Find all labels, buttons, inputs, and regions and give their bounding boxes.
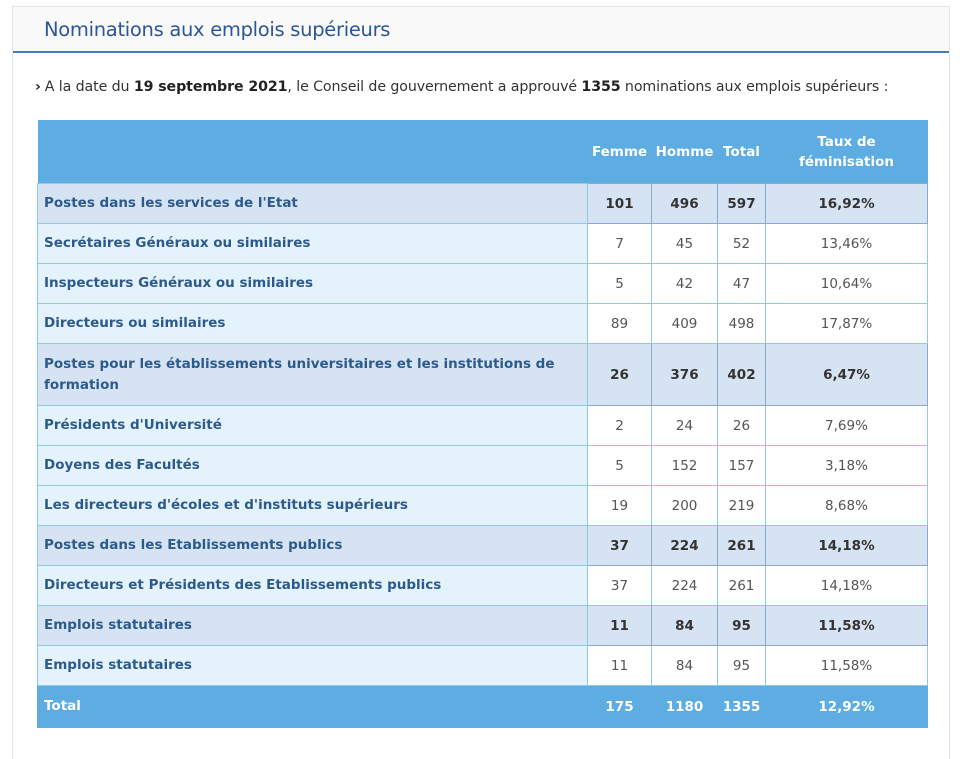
row-taux: 14,18% <box>765 565 928 606</box>
row-label: Inspecteurs Généraux ou similaires <box>37 263 588 304</box>
table-row: Emplois statutaires 11 84 95 11,58% <box>37 645 928 686</box>
row-homme: 84 <box>651 645 718 686</box>
table-row: Doyens des Facultés 5 152 157 3,18% <box>37 445 928 486</box>
header-total: Total <box>717 120 766 184</box>
row-total: 52 <box>717 223 766 264</box>
row-taux: 3,18% <box>765 445 928 486</box>
table-row: Postes pour les établissements universit… <box>37 343 928 406</box>
row-femme: 11 <box>587 605 652 646</box>
row-label: Doyens des Facultés <box>37 445 588 486</box>
panel-title: Nominations aux emplois supérieurs <box>44 17 391 41</box>
row-femme: 5 <box>587 263 652 304</box>
row-femme: 19 <box>587 485 652 526</box>
row-total: 261 <box>717 565 766 606</box>
row-homme: 84 <box>651 605 718 646</box>
row-femme: 11 <box>587 645 652 686</box>
row-femme: 5 <box>587 445 652 486</box>
row-taux: 10,64% <box>765 263 928 304</box>
table-row: Présidents d'Université 2 24 26 7,69% <box>37 405 928 446</box>
row-label: Emplois statutaires <box>37 605 588 646</box>
row-homme: 200 <box>651 485 718 526</box>
row-total: 95 <box>717 645 766 686</box>
row-label: Secrétaires Généraux ou similaires <box>37 223 588 264</box>
row-total: 157 <box>717 445 766 486</box>
header-femme: Femme <box>587 120 652 184</box>
row-taux: 17,87% <box>765 303 928 344</box>
row-label: Postes pour les établissements universit… <box>37 343 588 406</box>
row-femme: 7 <box>587 223 652 264</box>
row-homme: 409 <box>651 303 718 344</box>
table-row: Inspecteurs Généraux ou similaires 5 42 … <box>37 263 928 304</box>
row-taux: 11,58% <box>765 645 928 686</box>
row-taux: 11,58% <box>765 605 928 646</box>
row-homme: 376 <box>651 343 718 406</box>
nominations-panel: Nominations aux emplois supérieurs › A la… <box>12 6 950 759</box>
row-label: Postes dans les Etablissements publics <box>37 525 588 566</box>
row-homme: 42 <box>651 263 718 304</box>
intro-prefix: A la date du <box>44 79 134 95</box>
table-row: Emplois statutaires 11 84 95 11,58% <box>37 605 928 646</box>
panel-header: Nominations aux emplois supérieurs <box>13 7 949 53</box>
row-taux: 13,46% <box>765 223 928 264</box>
row-homme: 45 <box>651 223 718 264</box>
row-total: 47 <box>717 263 766 304</box>
row-label: Postes dans les services de l'Etat <box>37 183 588 224</box>
row-total: 261 <box>717 525 766 566</box>
row-total: 597 <box>717 183 766 224</box>
table-row: Secrétaires Généraux ou similaires 7 45 … <box>37 223 928 264</box>
row-femme: 37 <box>587 565 652 606</box>
header-label <box>37 120 588 184</box>
row-homme: 496 <box>651 183 718 224</box>
row-label: Directeurs ou similaires <box>37 303 588 344</box>
row-taux: 14,18% <box>765 525 928 566</box>
total-row: Total 175 1180 1355 12,92% <box>37 685 928 728</box>
header-homme: Homme <box>651 120 718 184</box>
row-label: Les directeurs d'écoles et d'instituts s… <box>37 485 588 526</box>
row-total: 95 <box>717 605 766 646</box>
table-row: Postes dans les services de l'Etat 101 4… <box>37 183 928 224</box>
row-taux: 16,92% <box>765 183 928 224</box>
row-homme: 152 <box>651 445 718 486</box>
row-femme: 2 <box>587 405 652 446</box>
table-header-row: Femme Homme Total Taux de féminisation <box>37 120 928 184</box>
intro-date: 19 septembre 2021 <box>133 79 288 95</box>
row-total: 26 <box>717 405 766 446</box>
intro-text: › A la date du 19 septembre 2021, le Cons… <box>35 79 888 95</box>
intro-suffix: nominations aux emplois supérieurs : <box>620 79 889 95</box>
row-femme: 101 <box>587 183 652 224</box>
row-femme: 89 <box>587 303 652 344</box>
row-femme: 37 <box>587 525 652 566</box>
total-taux: 12,92% <box>765 685 928 728</box>
row-taux: 7,69% <box>765 405 928 446</box>
row-label: Directeurs et Présidents des Etablisseme… <box>37 565 588 606</box>
row-femme: 26 <box>587 343 652 406</box>
intro-middle: , le Conseil de gouvernement a approuvé <box>287 79 582 95</box>
header-taux: Taux de féminisation <box>765 120 928 184</box>
total-femme: 175 <box>587 685 652 728</box>
row-total: 402 <box>717 343 766 406</box>
row-label: Emplois statutaires <box>37 645 588 686</box>
total-total: 1355 <box>717 685 766 728</box>
row-taux: 8,68% <box>765 485 928 526</box>
total-label: Total <box>37 685 588 728</box>
intro-count: 1355 <box>581 79 621 95</box>
table-row: Directeurs et Présidents des Etablisseme… <box>37 565 928 606</box>
table-row: Les directeurs d'écoles et d'instituts s… <box>37 485 928 526</box>
row-total: 498 <box>717 303 766 344</box>
row-homme: 224 <box>651 525 718 566</box>
chevron-right-icon: › <box>35 79 41 95</box>
row-taux: 6,47% <box>765 343 928 406</box>
nominations-table: Femme Homme Total Taux de féminisation P… <box>37 120 928 728</box>
row-total: 219 <box>717 485 766 526</box>
row-homme: 24 <box>651 405 718 446</box>
table-row: Directeurs ou similaires 89 409 498 17,8… <box>37 303 928 344</box>
row-homme: 224 <box>651 565 718 606</box>
total-homme: 1180 <box>651 685 718 728</box>
row-label: Présidents d'Université <box>37 405 588 446</box>
table-row: Postes dans les Etablissements publics 3… <box>37 525 928 566</box>
